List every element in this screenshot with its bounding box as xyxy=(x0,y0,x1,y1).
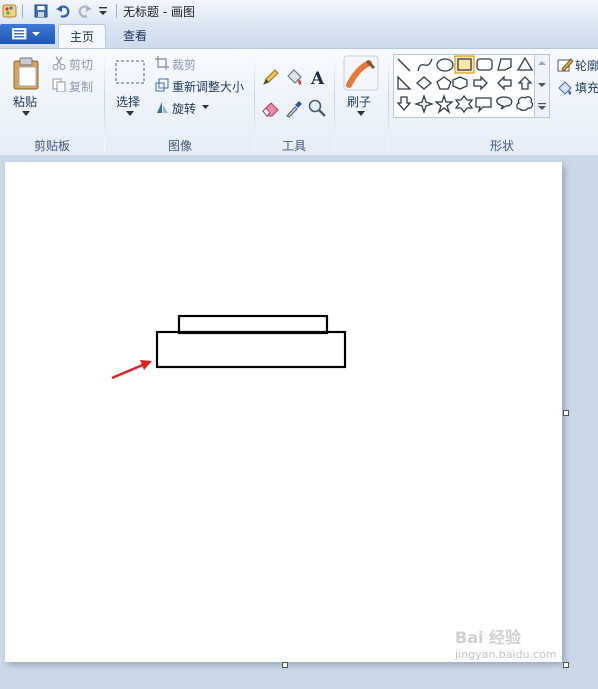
watermark-text: jingyan.baidu.com xyxy=(455,648,557,661)
select-dropdown-icon[interactable] xyxy=(126,111,134,117)
color-picker-icon[interactable] xyxy=(284,98,304,118)
cloud-callout-shape-icon[interactable] xyxy=(516,96,534,112)
six-point-star-shape-icon[interactable] xyxy=(454,94,474,114)
left-arrow-shape-icon[interactable] xyxy=(497,75,512,91)
rounded-rectangle-shape-icon[interactable] xyxy=(476,58,493,71)
save-icon[interactable] xyxy=(33,3,49,19)
gallery-expand-icon[interactable] xyxy=(538,103,546,105)
rotate-icon[interactable] xyxy=(155,100,169,114)
undo-icon[interactable] xyxy=(55,3,71,19)
select-label[interactable]: 选择 xyxy=(116,93,140,110)
canvas-resize-handle-corner[interactable] xyxy=(563,662,569,668)
eraser-icon[interactable] xyxy=(261,98,281,118)
outline-icon[interactable] xyxy=(557,57,573,73)
crop-label[interactable]: 裁剪 xyxy=(172,56,196,73)
gallery-scroll-arrows xyxy=(538,61,546,110)
fill-bucket-icon[interactable] xyxy=(284,67,304,87)
polygon-shape-icon[interactable] xyxy=(497,58,512,71)
gallery-expand-arrow-icon[interactable] xyxy=(538,106,546,110)
fill-icon[interactable] xyxy=(557,79,573,95)
window-title: 无标题 - 画图 xyxy=(123,5,195,19)
drawn-bottom-rectangle xyxy=(155,330,347,369)
four-point-star-shape-icon[interactable] xyxy=(413,93,435,115)
tab-home[interactable]: 主页 xyxy=(58,24,106,49)
watermark: Bai 经验 jingyan.baidu.com xyxy=(455,624,557,661)
rotate-label[interactable]: 旋转 xyxy=(172,100,196,117)
outline-label[interactable]: 轮廓 xyxy=(575,57,598,74)
cut-label[interactable]: 剪切 xyxy=(69,56,93,73)
watermark-logo: Bai 经验 xyxy=(455,628,522,647)
copy-icon[interactable] xyxy=(52,78,66,92)
cut-icon[interactable] xyxy=(52,56,66,70)
rounded-callout-shape-icon[interactable] xyxy=(475,97,492,114)
paint-menu-icon xyxy=(12,28,40,40)
image-group-label: 图像 xyxy=(167,139,192,153)
red-arrow-shaft xyxy=(111,362,146,380)
canvas-resize-handle-right[interactable] xyxy=(563,410,569,416)
oval-shape-icon[interactable] xyxy=(436,58,454,72)
title-bar: 无标题 - 画图 xyxy=(0,0,598,23)
paint-app-icon[interactable] xyxy=(2,3,18,19)
ribbon-tab-row: 主页 查看 xyxy=(0,22,598,49)
paste-label[interactable]: 粘贴 xyxy=(13,93,37,110)
canvas-drawing xyxy=(111,314,347,380)
group-divider xyxy=(388,53,389,149)
right-arrow-shape-icon[interactable] xyxy=(473,75,488,91)
gallery-scroll-up-icon[interactable] xyxy=(538,61,546,65)
copy-label[interactable]: 复制 xyxy=(69,78,93,95)
hexagon-shape-icon[interactable] xyxy=(452,76,468,90)
shapes-gallery[interactable] xyxy=(393,54,535,118)
canvas-resize-handle-bottom[interactable] xyxy=(282,662,288,668)
paste-dropdown-icon[interactable] xyxy=(22,111,30,117)
oval-callout-shape-icon[interactable] xyxy=(496,96,513,110)
svg-text:A: A xyxy=(310,69,325,87)
drawn-top-rectangle xyxy=(177,314,329,335)
resize-label[interactable]: 重新调整大小 xyxy=(172,78,244,95)
gallery-scroll-down-icon[interactable] xyxy=(538,83,546,87)
redo-icon[interactable] xyxy=(77,3,93,19)
shapes-gallery-icons xyxy=(396,55,534,115)
crop-icon[interactable] xyxy=(155,56,169,70)
magnifier-icon[interactable] xyxy=(307,98,327,118)
diamond-shape-icon[interactable] xyxy=(416,76,432,90)
brushes-dropdown-icon[interactable] xyxy=(357,111,365,117)
select-icon[interactable] xyxy=(114,59,146,87)
shapes-gallery-scroll[interactable] xyxy=(534,54,550,118)
customize-quick-access-icon[interactable] xyxy=(97,3,109,19)
paste-icon[interactable] xyxy=(12,57,42,91)
fill-label[interactable]: 填充 xyxy=(575,79,598,96)
group-divider xyxy=(334,53,335,149)
paint-menu-button[interactable] xyxy=(0,24,55,44)
shapes-group-label: 形状 xyxy=(489,139,514,153)
right-triangle-shape-icon[interactable] xyxy=(397,75,412,90)
ribbon: 粘贴 剪切 复制 剪贴板 选择 裁剪 重新调整大小 旋转 图像 A 工具 刷子 … xyxy=(0,48,598,156)
tools-group-label: 工具 xyxy=(281,139,306,153)
five-point-star-shape-icon[interactable] xyxy=(434,93,454,114)
tab-view[interactable]: 查看 xyxy=(112,24,158,48)
group-divider xyxy=(104,53,105,149)
pencil-icon[interactable] xyxy=(261,67,281,87)
text-icon[interactable]: A xyxy=(307,67,327,87)
resize-icon[interactable] xyxy=(155,78,169,92)
rotate-dropdown-icon[interactable] xyxy=(202,105,209,110)
brush-icon[interactable] xyxy=(343,55,379,91)
line-shape-icon[interactable] xyxy=(397,58,411,72)
clipboard-group-label: 剪贴板 xyxy=(33,139,70,153)
up-arrow-shape-icon[interactable] xyxy=(517,76,533,90)
drawing-canvas[interactable] xyxy=(5,162,562,662)
triangle-shape-icon[interactable] xyxy=(516,56,534,71)
curve-shape-icon[interactable] xyxy=(417,58,433,72)
brushes-label[interactable]: 刷子 xyxy=(347,93,371,110)
down-arrow-shape-icon[interactable] xyxy=(396,96,412,111)
pentagon-shape-icon[interactable] xyxy=(436,76,452,90)
group-divider xyxy=(254,53,255,149)
